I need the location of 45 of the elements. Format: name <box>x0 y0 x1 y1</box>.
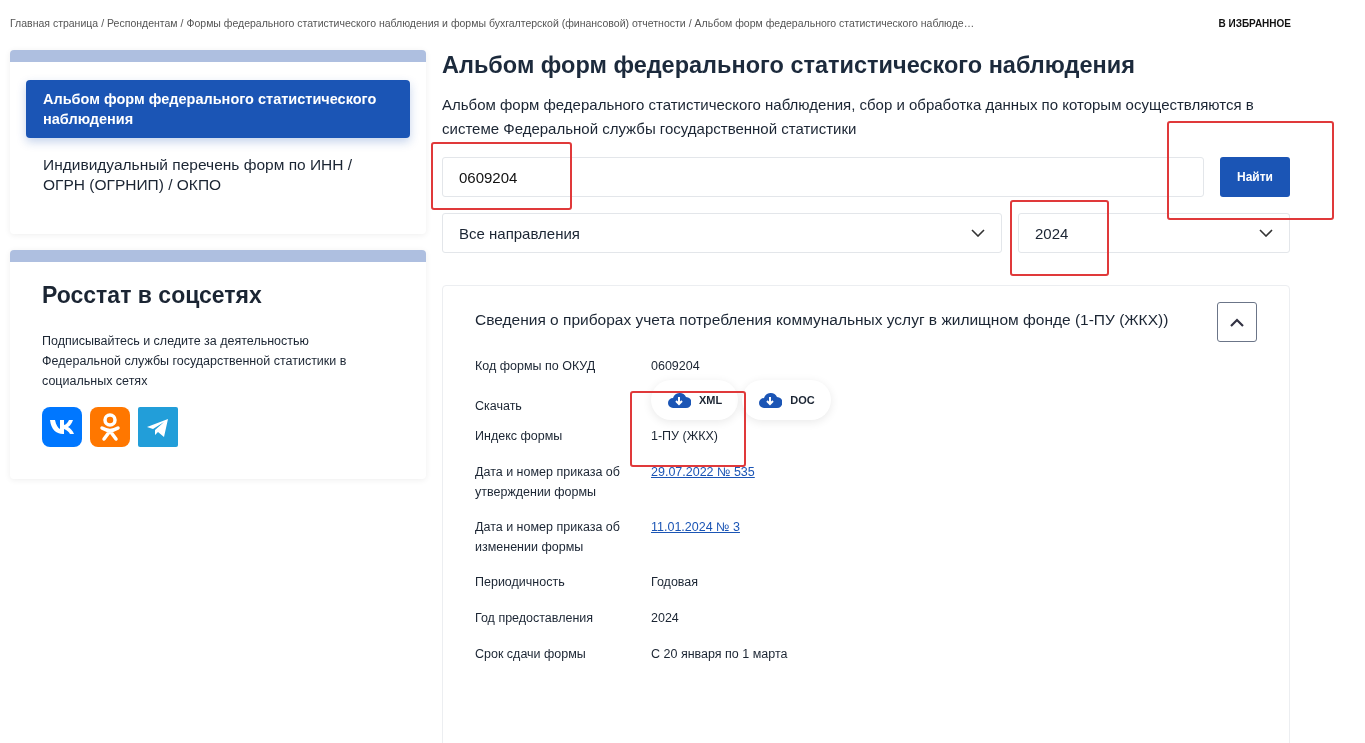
field-label: Дата и номер приказа об изменении формы <box>475 519 621 556</box>
chevron-up-icon <box>1230 317 1244 327</box>
chevron-down-icon <box>971 229 985 237</box>
download-button[interactable]: DOC <box>742 380 831 420</box>
field-label: Код формы по ОКУД <box>475 358 597 375</box>
page-description: Альбом форм федерального статистического наблюдения, сбор и обработка данных по которым осуществляются в системе Федеральной службы государственной статистики <box>442 95 1255 139</box>
field-label: Индекс формы <box>475 428 564 445</box>
breadcrumb-separator: / <box>180 17 184 29</box>
find-button[interactable]: Найти <box>1220 157 1290 197</box>
favorite-link[interactable]: В ИЗБРАННОЕ <box>1218 17 1291 29</box>
field-value: С 20 января по 1 марта <box>651 646 788 663</box>
download-button[interactable]: XML <box>651 380 739 420</box>
field-label: Периодичность <box>475 574 566 591</box>
collapse-button[interactable] <box>1217 302 1257 342</box>
filter-select[interactable]: 2024 <box>1018 213 1290 253</box>
field-value: Годовая <box>651 574 699 591</box>
page-title: Альбом форм федерального статистического наблюдения <box>442 52 1136 79</box>
filter-select[interactable]: Все направления <box>442 213 1002 253</box>
field-value: 1-ПУ (ЖКХ) <box>651 428 718 445</box>
field-value: 2024 <box>651 610 679 627</box>
social-title: Росстат в соцсетях <box>42 282 263 309</box>
sidebar-item[interactable]: Альбом форм федерального статистического наблюдения <box>26 80 410 138</box>
chevron-down-icon <box>1259 229 1273 237</box>
breadcrumb-link[interactable]: Респондентам <box>107 17 178 29</box>
search-field[interactable]: 0609204 <box>442 157 1204 197</box>
cloud-download-icon <box>758 391 783 409</box>
breadcrumb-link[interactable]: Формы федерального статистического наблюдения и формы бухгалтерской (финансовой) отчетности <box>186 17 686 29</box>
field-label: Срок сдачи формы <box>475 646 587 663</box>
field-label: Скачать <box>475 398 523 415</box>
vk-icon[interactable] <box>42 407 82 447</box>
breadcrumb-link[interactable]: Альбом форм федерального статистического наблюде… <box>694 17 975 29</box>
sidebar-item[interactable]: Индивидуальный перечень форм по ИНН / ОГРН (ОГРНИП) / ОКПО <box>26 146 410 204</box>
order-link[interactable]: 29.07.2022 № 535 <box>651 465 755 479</box>
breadcrumb-separator: / <box>101 17 105 29</box>
form-title: Сведения о приборах учета потребления коммунальных услуг в жилищном фонде (1-ПУ (ЖКХ)) <box>475 310 1169 329</box>
ok-icon[interactable] <box>90 407 130 447</box>
field-value: 0609204 <box>651 358 700 375</box>
breadcrumb-separator: / <box>688 17 692 29</box>
social-text: Подписывайтесь и следите за деятельностью Федеральной службы государственной статистики в социальных сетях <box>42 333 348 390</box>
field-label: Год предоставления <box>475 610 595 627</box>
order-link[interactable]: 11.01.2024 № 3 <box>651 520 740 534</box>
telegram-icon[interactable] <box>138 407 178 447</box>
breadcrumb-link[interactable]: Главная страница <box>10 17 99 29</box>
field-label: Дата и номер приказа об утверждении формы <box>475 464 621 501</box>
cloud-download-icon <box>667 391 691 409</box>
